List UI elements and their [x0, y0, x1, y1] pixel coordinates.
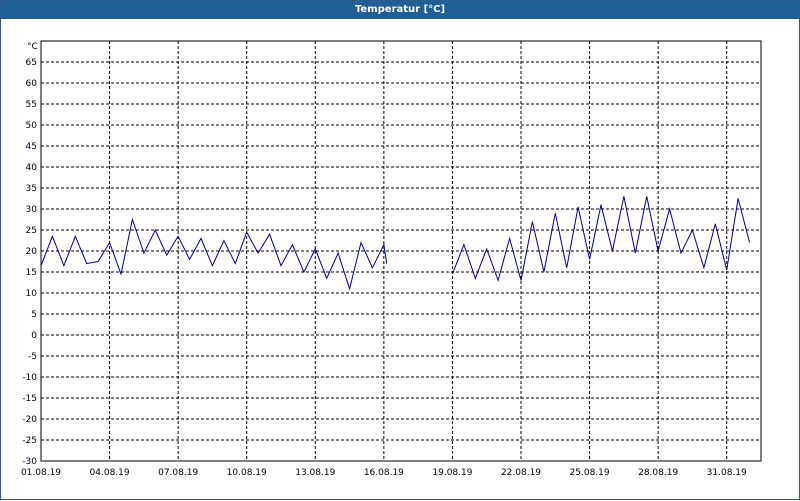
- y-tick-label: 60: [26, 79, 38, 89]
- y-tick-label: -5: [28, 352, 37, 362]
- y-axis-ticks: 65605550454035302520151050-5-10-15-20-25…: [22, 58, 37, 467]
- y-tick-label: 25: [26, 226, 37, 236]
- x-tick-label: 31.08.19: [707, 468, 747, 478]
- x-tick-label: 01.08.19: [21, 468, 61, 478]
- y-tick-label: 0: [31, 331, 37, 341]
- x-tick-label: 04.08.19: [90, 468, 130, 478]
- y-tick-label: -30: [22, 457, 37, 467]
- x-tick-label: 19.08.19: [432, 468, 472, 478]
- y-tick-label: 10: [26, 289, 38, 299]
- x-tick-label: 07.08.19: [158, 468, 198, 478]
- x-tick-label: 10.08.19: [227, 468, 267, 478]
- y-tick-label: -10: [22, 373, 37, 383]
- x-tick-label: 25.08.19: [570, 468, 610, 478]
- y-tick-label: 15: [26, 268, 37, 278]
- y-tick-label: 5: [31, 310, 37, 320]
- y-tick-label: 30: [26, 205, 38, 215]
- y-tick-label: 65: [26, 58, 37, 68]
- x-tick-label: 13.08.19: [295, 468, 335, 478]
- y-axis-label: °C: [27, 42, 38, 52]
- x-axis-ticks: 01.08.19 04.08.19 07.08.19 10.08.19 13.08.19…: [21, 468, 747, 478]
- x-tick-label: 28.08.19: [638, 468, 678, 478]
- y-tick-label: 35: [26, 184, 37, 194]
- y-tick-label: 55: [26, 100, 37, 110]
- y-tick-label: 45: [26, 142, 37, 152]
- chart-window: Temperatur [°C] 65 60 55 50 45 40 35 30 25 20 15 10…: [0, 0, 800, 500]
- temperature-chart: 65605550454035302520151050-5-10-15-20-25…: [21, 40, 762, 478]
- y-tick-label: -20: [22, 415, 37, 425]
- y-tick-label: 40: [26, 163, 38, 173]
- y-tick-label: 50: [26, 121, 38, 131]
- x-tick-label: 16.08.19: [364, 468, 404, 478]
- temperature-series: [40, 196, 751, 291]
- y-tick-label: -15: [22, 394, 37, 404]
- grid-lines: [41, 41, 761, 461]
- y-tick-label: 20: [26, 247, 38, 257]
- y-tick-label: -25: [22, 436, 37, 446]
- x-tick-label: 22.08.19: [501, 468, 541, 478]
